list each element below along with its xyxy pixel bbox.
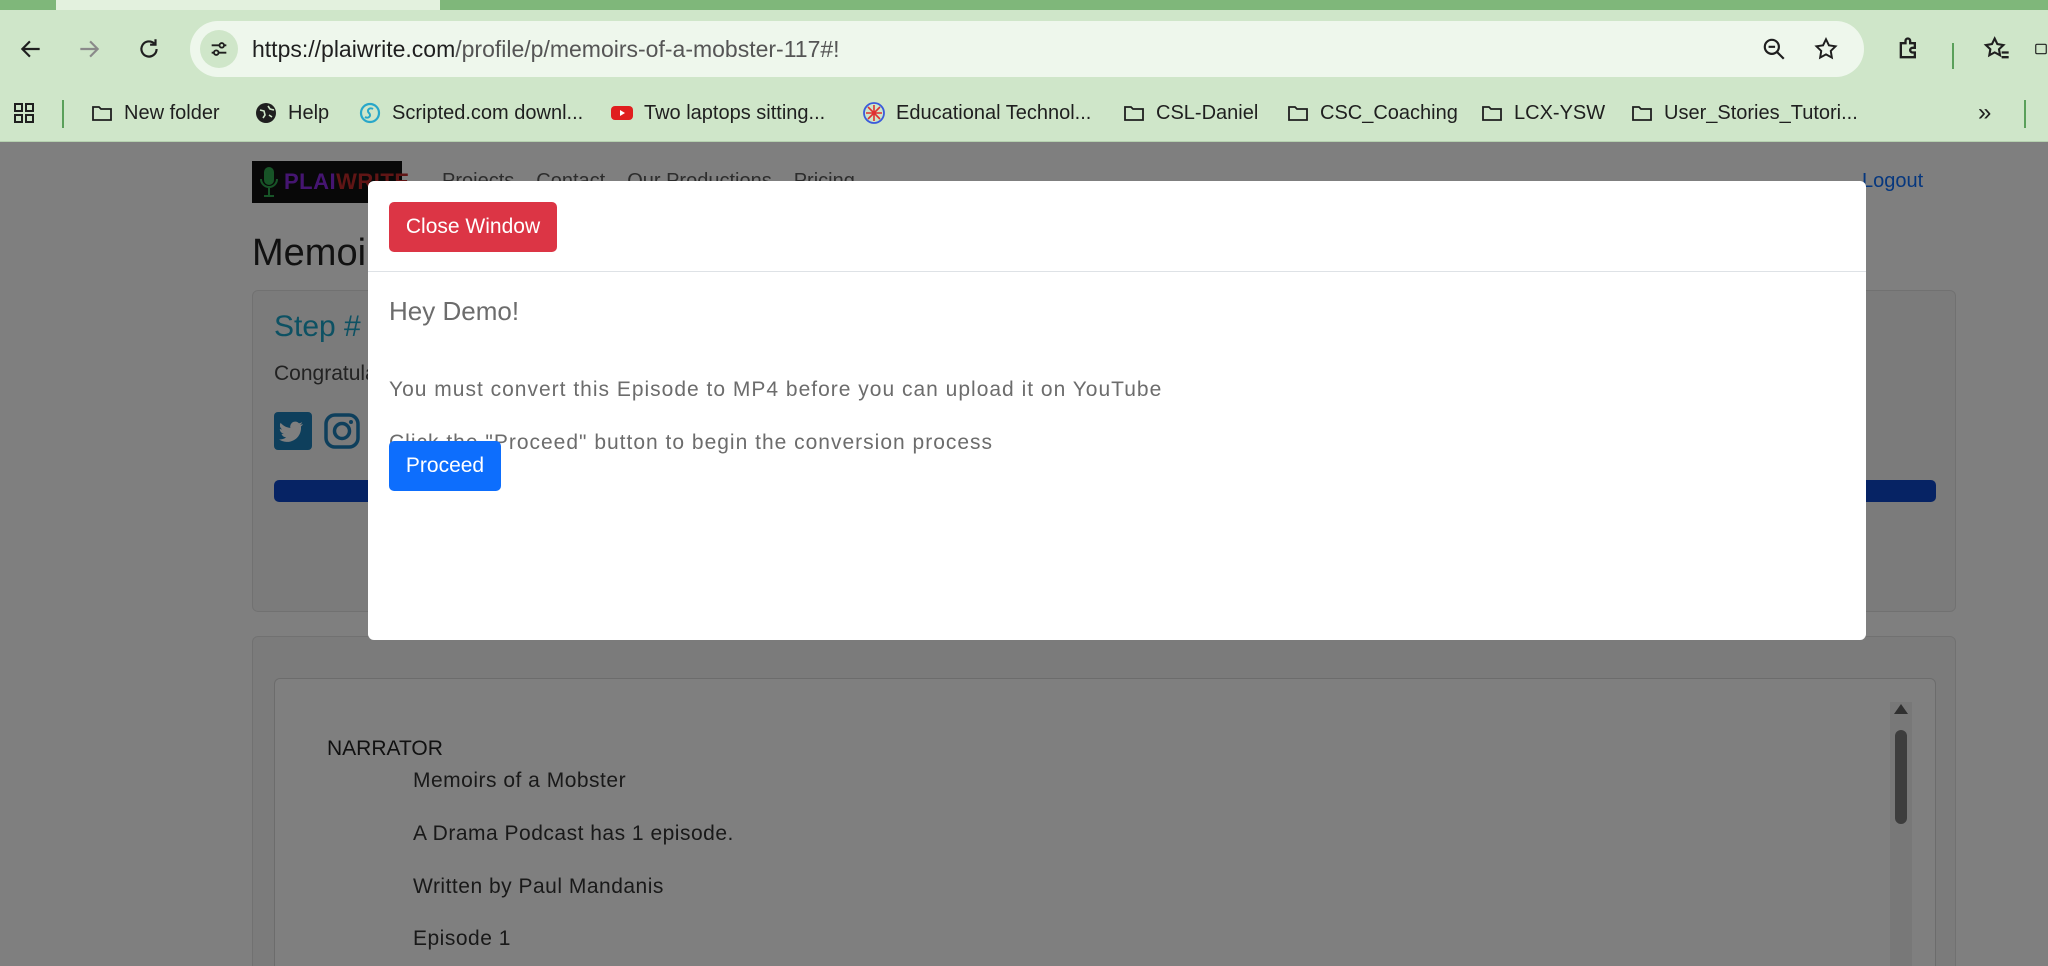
bookmark-label: Help (288, 101, 330, 124)
url-host: https://plaiwrite.com (252, 36, 456, 62)
bookmark-new-folder[interactable]: New folder (90, 96, 220, 130)
forward-arrow-icon (80, 40, 100, 58)
apps-button[interactable] (12, 96, 36, 130)
bookmark-help[interactable]: Help (254, 96, 329, 130)
browser-toolbar: https://plaiwrite.com/profile/p/memoirs-… (0, 10, 2048, 86)
folder-icon (90, 101, 114, 125)
url-path: /profile/p/memoirs-of-a-mobster-117#! (455, 36, 840, 62)
back-button[interactable] (14, 32, 48, 66)
zoom-button[interactable] (1760, 35, 1788, 63)
bookmark-user-stories[interactable]: User_Stories_Tutori... (1630, 96, 1858, 130)
tab-strip-right (440, 0, 2048, 10)
folder-icon (1480, 101, 1504, 125)
bookmarks-separator-right (2024, 100, 2026, 128)
page-content: PLAIWRITE Projects Contact Our Productio… (0, 142, 2048, 966)
bookmark-educational-technol[interactable]: Educational Technol... (862, 96, 1091, 130)
apps-grid-icon (12, 101, 36, 125)
site-info-button[interactable] (200, 30, 238, 68)
reload-button[interactable] (132, 32, 166, 66)
bookmarks-manager-button[interactable] (1980, 32, 2014, 66)
puzzle-icon (1899, 37, 1916, 59)
bookmark-csl-daniel[interactable]: CSL-Daniel (1122, 96, 1258, 130)
bookmark-label: CSC_Coaching (1320, 101, 1458, 124)
bookmarks-overflow-button[interactable]: » (1978, 96, 1991, 130)
convert-modal: Close Window Hey Demo! You must convert … (368, 181, 1866, 640)
close-window-button[interactable]: Close Window (389, 202, 557, 252)
extensions-button[interactable] (1892, 32, 1926, 66)
active-tab[interactable] (56, 0, 440, 10)
bookmark-label: User_Stories_Tutori... (1664, 101, 1858, 124)
bookmark-label: Educational Technol... (896, 101, 1092, 124)
side-panel-icon (2035, 43, 2047, 55)
youtube-icon (610, 101, 634, 125)
modal-greeting: Hey Demo! (389, 296, 520, 326)
folder-icon (1630, 101, 1654, 125)
globe-icon (254, 101, 278, 125)
bookmark-lcx-ysw[interactable]: LCX-YSW (1480, 96, 1605, 130)
bookmark-label: New folder (124, 101, 220, 124)
reload-icon (140, 39, 158, 58)
bookmark-label: Two laptops sitting... (644, 101, 826, 124)
edtech-icon (862, 101, 886, 125)
toolbar-separator (1952, 43, 1954, 69)
bookmarks-separator (62, 100, 64, 128)
bookmarks-bar: New folder Help Scripted.com downl... Tw… (0, 86, 2048, 142)
scripted-icon (358, 101, 382, 125)
zoom-out-icon (1763, 38, 1785, 60)
bookmark-two-laptops[interactable]: Two laptops sitting... (610, 96, 825, 130)
tab-strip (0, 0, 2048, 10)
side-panel-button[interactable] (2034, 32, 2048, 66)
bookmark-star-button[interactable] (1812, 35, 1840, 63)
tune-icon (211, 42, 227, 56)
bookmark-scripted[interactable]: Scripted.com downl... (358, 96, 583, 130)
modal-header: Close Window (368, 181, 1866, 272)
folder-icon (1286, 101, 1310, 125)
address-bar[interactable]: https://plaiwrite.com/profile/p/memoirs-… (190, 21, 1864, 77)
star-list-icon (1983, 36, 2009, 59)
forward-button[interactable] (72, 32, 106, 66)
star-icon (1814, 37, 1838, 60)
folder-icon (1122, 101, 1146, 125)
bookmark-label: Scripted.com downl... (392, 101, 584, 124)
bookmark-label: CSL-Daniel (1156, 101, 1259, 124)
url-text[interactable]: https://plaiwrite.com/profile/p/memoirs-… (252, 36, 840, 63)
proceed-button[interactable]: Proceed (389, 441, 501, 491)
back-arrow-icon (20, 40, 40, 58)
tab-strip-left (0, 0, 56, 10)
bookmark-csc-coaching[interactable]: CSC_Coaching (1286, 96, 1458, 130)
modal-message-convert: You must convert this Episode to MP4 bef… (389, 378, 1163, 401)
bookmark-label: LCX-YSW (1514, 101, 1606, 124)
chevron-double-right-icon: » (1978, 99, 1992, 126)
